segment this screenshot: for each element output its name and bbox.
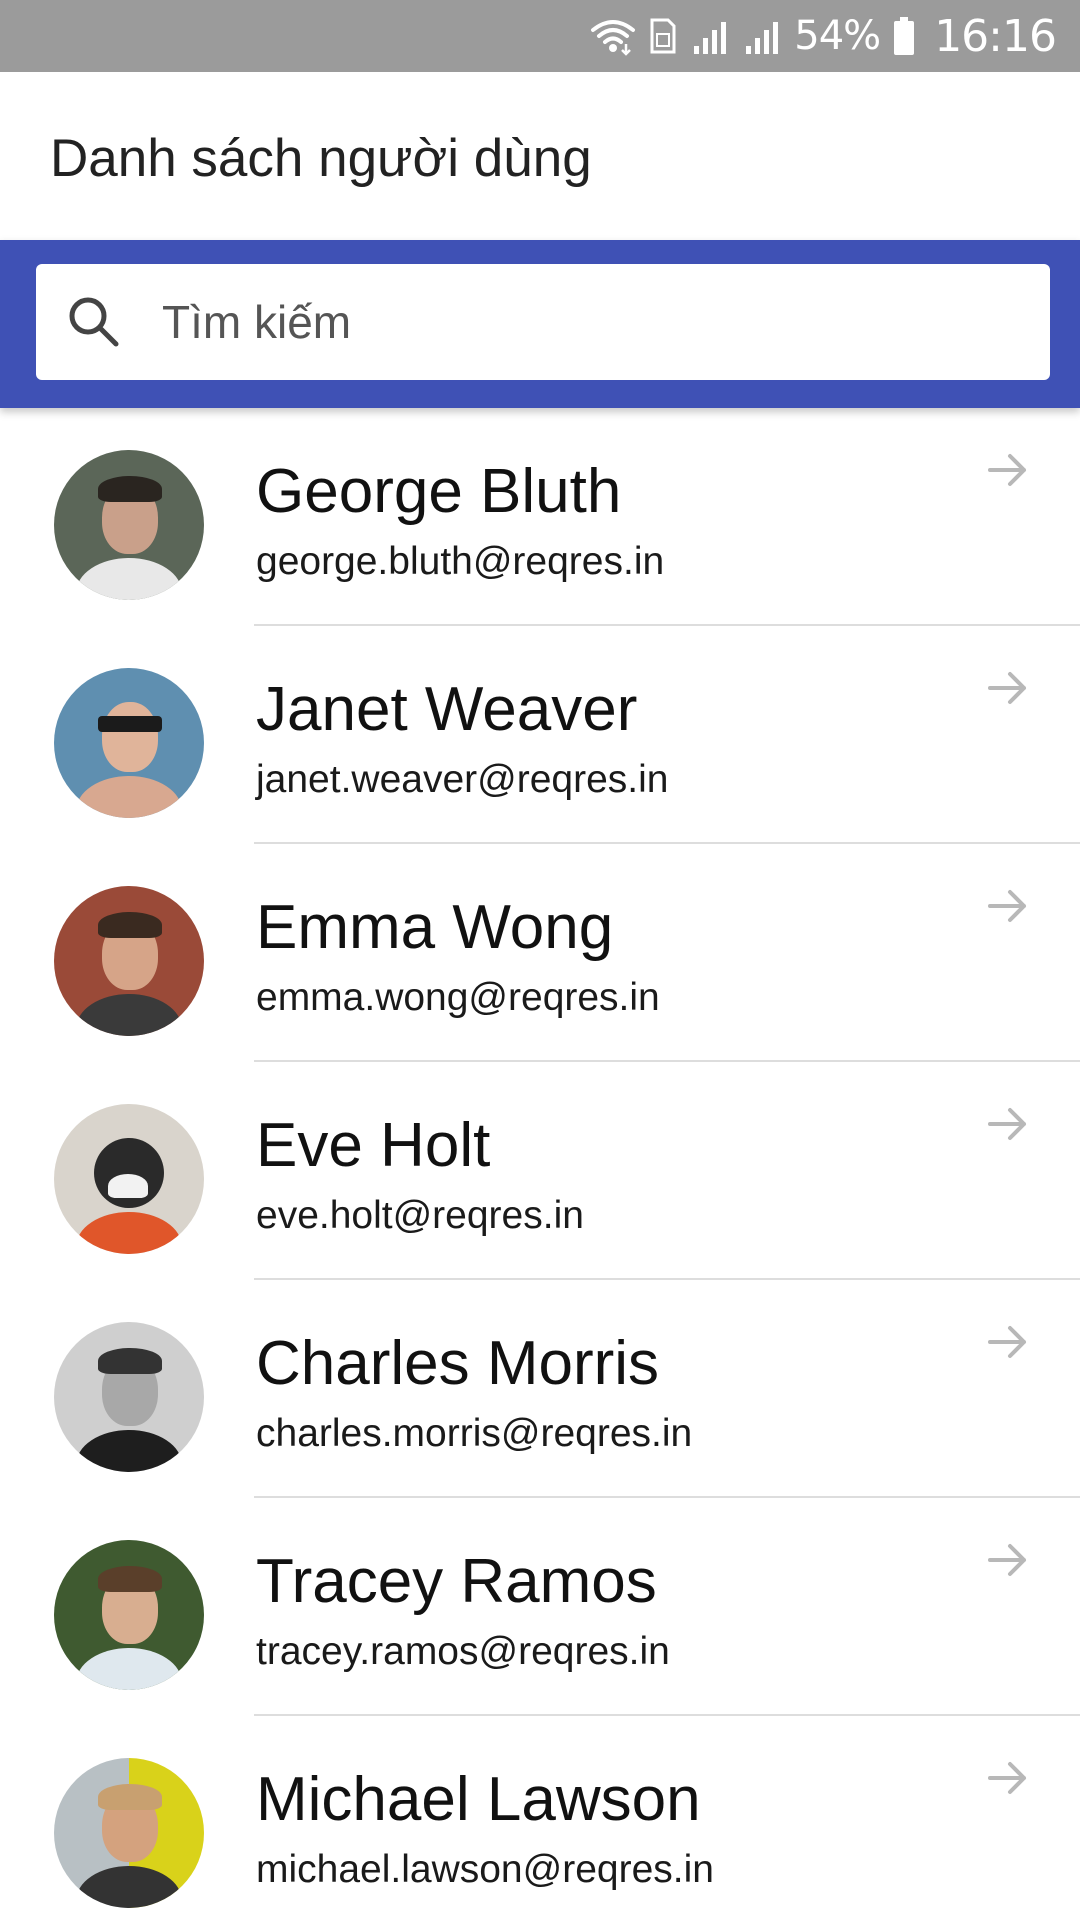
user-name: Charles Morris: [256, 1329, 660, 1398]
list-item[interactable]: Michael Lawson michael.lawson@reqres.in: [0, 1716, 1080, 1920]
avatar: [54, 1540, 204, 1690]
list-item[interactable]: George Bluth george.bluth@reqres.in: [0, 408, 1080, 626]
avatar: [54, 886, 204, 1036]
user-email: michael.lawson@reqres.in: [256, 1848, 714, 1891]
list-item[interactable]: Eve Holt eve.holt@reqres.in: [0, 1062, 1080, 1280]
status-bar: 54% 16:16: [0, 0, 1080, 72]
user-email: george.bluth@reqres.in: [256, 540, 665, 583]
list-item[interactable]: Charles Morris charles.morris@reqres.in: [0, 1280, 1080, 1498]
avatar: [54, 1322, 204, 1472]
status-icons: 54% 16:16: [590, 0, 1057, 72]
search-icon: [66, 294, 122, 350]
user-name: Tracey Ramos: [256, 1547, 657, 1616]
list-item[interactable]: Emma Wong emma.wong@reqres.in: [0, 844, 1080, 1062]
user-email: emma.wong@reqres.in: [256, 976, 660, 1019]
avatar: [54, 668, 204, 818]
user-email: charles.morris@reqres.in: [256, 1412, 693, 1455]
arrow-right-icon[interactable]: [986, 1538, 1030, 1582]
user-email: eve.holt@reqres.in: [256, 1194, 584, 1237]
arrow-right-icon[interactable]: [986, 448, 1030, 492]
list-item[interactable]: Janet Weaver janet.weaver@reqres.in: [0, 626, 1080, 844]
arrow-right-icon[interactable]: [986, 1756, 1030, 1800]
app-bar: Danh sách người dùng: [0, 72, 1080, 240]
sim-icon: [648, 16, 678, 56]
user-name: Janet Weaver: [256, 675, 638, 744]
search-box[interactable]: [36, 264, 1050, 380]
arrow-right-icon[interactable]: [986, 666, 1030, 710]
signal-icon: [742, 16, 782, 56]
search-bar: [0, 240, 1080, 408]
clock: 16:16: [934, 10, 1057, 62]
arrow-right-icon[interactable]: [986, 884, 1030, 928]
user-name: Eve Holt: [256, 1111, 491, 1180]
battery-icon: [892, 15, 916, 57]
list-item[interactable]: Tracey Ramos tracey.ramos@reqres.in: [0, 1498, 1080, 1716]
avatar: [54, 1104, 204, 1254]
wifi-icon: [590, 16, 636, 56]
arrow-right-icon[interactable]: [986, 1320, 1030, 1364]
battery-percentage: 54%: [794, 13, 881, 59]
user-name: Michael Lawson: [256, 1765, 701, 1834]
avatar: [54, 450, 204, 600]
user-email: janet.weaver@reqres.in: [256, 758, 669, 801]
user-list: George Bluth george.bluth@reqres.in Jane…: [0, 408, 1080, 1920]
page-title: Danh sách người dùng: [50, 129, 592, 188]
user-name: Emma Wong: [256, 893, 614, 962]
user-name: George Bluth: [256, 457, 622, 526]
signal-icon: [690, 16, 730, 56]
arrow-right-icon[interactable]: [986, 1102, 1030, 1146]
search-input[interactable]: [162, 264, 1022, 380]
user-email: tracey.ramos@reqres.in: [256, 1630, 670, 1673]
avatar: [54, 1758, 204, 1908]
